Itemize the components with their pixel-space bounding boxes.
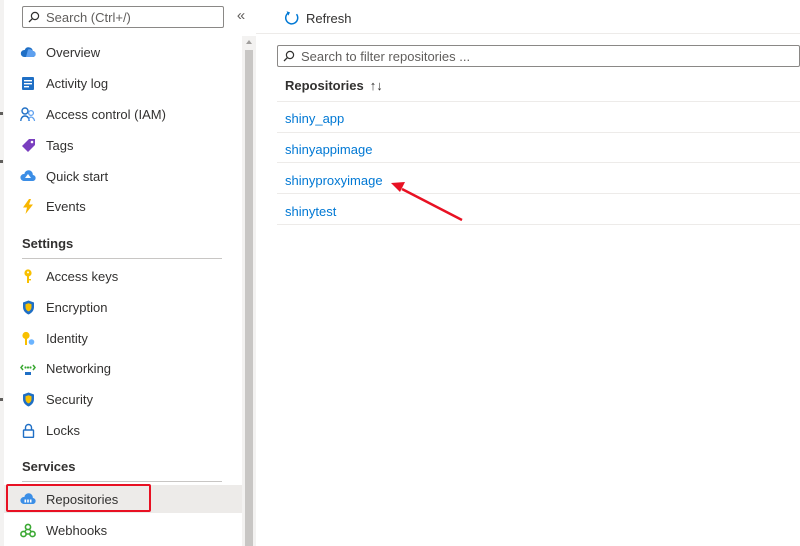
- column-header-label: Repositories: [285, 77, 364, 93]
- shield-icon: [20, 299, 36, 315]
- sidebar-item-label: Locks: [46, 422, 80, 438]
- lock-icon: [20, 422, 36, 438]
- row-divider: [277, 193, 800, 194]
- sidebar-item-label: Webhooks: [46, 522, 108, 538]
- settings-section-title: Settings: [22, 236, 74, 251]
- identity-key-icon: [20, 330, 36, 346]
- tag-icon: [20, 137, 36, 153]
- search-icon: [283, 50, 295, 62]
- services-section-title: Services: [22, 459, 76, 474]
- sidebar-item-label: Networking: [46, 360, 112, 376]
- toolbar-divider: [256, 33, 800, 34]
- scroll-up-arrow-icon[interactable]: [245, 38, 253, 46]
- sidebar-item-tags[interactable]: Tags: [4, 131, 242, 159]
- lightning-icon: [20, 198, 36, 214]
- sidebar-item-label: Tags: [46, 137, 74, 153]
- log-icon: [20, 75, 36, 91]
- repository-link[interactable]: shinyappimage: [285, 142, 372, 157]
- sidebar-item-label: Identity: [46, 330, 88, 346]
- sidebar-item-label: Events: [46, 198, 86, 214]
- collapse-sidebar-button[interactable]: «: [234, 8, 248, 24]
- sidebar-item-locks[interactable]: Locks: [4, 416, 242, 444]
- sidebar-item-security[interactable]: Security: [4, 385, 242, 413]
- sidebar-item-label: Security: [46, 391, 93, 407]
- section-divider: [22, 258, 222, 259]
- refresh-icon: [285, 11, 299, 25]
- sidebar-item-label: Overview: [46, 44, 101, 60]
- sidebar-item-networking[interactable]: Networking: [4, 354, 242, 382]
- repository-link[interactable]: shinytest: [285, 204, 336, 219]
- quickstart-cloud-icon: [20, 168, 36, 184]
- sidebar-item-label: Access control (IAM): [46, 106, 166, 122]
- scrollbar-thumb[interactable]: [245, 50, 253, 546]
- annotation-highlight-box: [6, 484, 151, 512]
- cloud-icon: [20, 44, 36, 60]
- row-divider: [277, 101, 800, 102]
- row-divider: [277, 132, 800, 133]
- sidebar-item-events[interactable]: Events: [4, 192, 242, 220]
- sidebar-search-placeholder: Search (Ctrl+/): [46, 9, 131, 25]
- sort-icon[interactable]: ↑↓: [370, 78, 383, 93]
- sidebar-item-quick-start[interactable]: Quick start: [4, 162, 242, 190]
- sidebar-item-activity-log[interactable]: Activity log: [4, 69, 242, 97]
- sidebar-item-encryption[interactable]: Encryption: [4, 293, 242, 321]
- row-divider: [277, 162, 800, 163]
- refresh-label: Refresh: [306, 10, 352, 26]
- search-icon: [28, 11, 40, 23]
- network-icon: [20, 360, 36, 376]
- sidebar-item-identity[interactable]: Identity: [4, 324, 242, 352]
- main-content: Refresh Search to filter repositories ..…: [256, 0, 800, 546]
- refresh-button[interactable]: Refresh: [284, 8, 352, 28]
- row-divider: [277, 224, 800, 225]
- sidebar-item-label: Activity log: [46, 75, 109, 91]
- edge-mark: [0, 112, 3, 115]
- repository-link[interactable]: shinyproxyimage: [285, 173, 383, 188]
- section-divider: [22, 481, 222, 482]
- sidebar-item-overview[interactable]: Overview: [4, 38, 242, 66]
- repository-filter-input[interactable]: Search to filter repositories ...: [277, 45, 800, 67]
- key-icon: [20, 268, 36, 284]
- sidebar-item-label: Encryption: [46, 299, 108, 315]
- edge-mark: [0, 398, 3, 401]
- edge-mark: [0, 160, 3, 163]
- sidebar-item-webhooks[interactable]: Webhooks: [4, 516, 242, 544]
- sidebar-item-access-keys[interactable]: Access keys: [4, 262, 242, 290]
- people-icon: [20, 106, 36, 122]
- repository-link[interactable]: shiny_app: [285, 111, 344, 126]
- repository-filter-placeholder: Search to filter repositories ...: [301, 48, 471, 64]
- sidebar-item-label: Access keys: [46, 268, 119, 284]
- sidebar-search-input[interactable]: Search (Ctrl+/): [22, 6, 224, 28]
- webhook-icon: [20, 522, 36, 538]
- repositories-column-header[interactable]: Repositories ↑↓: [285, 75, 383, 95]
- sidebar-item-access-control[interactable]: Access control (IAM): [4, 100, 242, 128]
- sidebar-item-label: Quick start: [46, 168, 109, 184]
- shield-icon: [20, 391, 36, 407]
- sidebar: Search (Ctrl+/) « Overview Activity log …: [4, 0, 245, 546]
